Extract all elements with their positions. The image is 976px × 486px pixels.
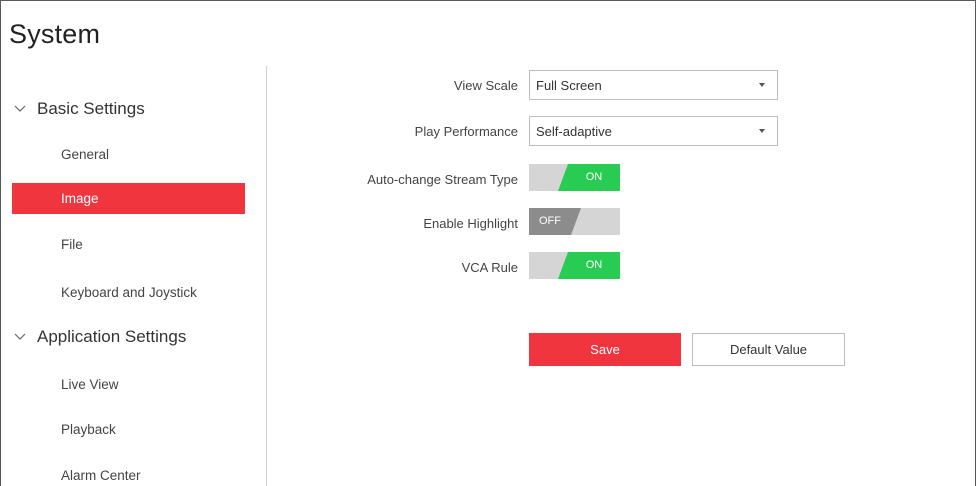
chevron-down-icon: [13, 102, 27, 116]
group-label: Basic Settings: [37, 99, 145, 118]
view-scale-label: View Scale: [453, 78, 518, 93]
group-label: Application Settings: [37, 327, 187, 346]
auto-change-stream-label: Auto-change Stream Type: [367, 172, 518, 187]
view-scale-value: Full Screen: [536, 77, 602, 93]
view-scale-select[interactable]: Full Screen: [529, 70, 778, 100]
group-basic-settings[interactable]: Basic Settings: [13, 95, 145, 123]
sidebar-item-general[interactable]: General: [12, 139, 245, 170]
play-performance-label: Play Performance: [414, 124, 518, 139]
group-application-settings[interactable]: Application Settings: [13, 323, 186, 351]
vca-rule-toggle[interactable]: ON: [529, 252, 620, 279]
toggle-state: ON: [585, 171, 603, 183]
enable-highlight-label: Enable Highlight: [423, 216, 518, 231]
enable-highlight-toggle[interactable]: OFF: [529, 208, 620, 235]
sidebar-item-file[interactable]: File: [12, 229, 245, 260]
chevron-down-icon: [13, 330, 27, 344]
sidebar-item-keyboard-joystick[interactable]: Keyboard and Joystick: [12, 277, 245, 308]
toggle-state: OFF: [539, 215, 561, 227]
toggle-state: ON: [585, 259, 603, 271]
sidebar-divider: [266, 66, 267, 486]
sidebar-item-live-view[interactable]: Live View: [12, 369, 245, 400]
play-performance-value: Self-adaptive: [536, 123, 612, 139]
vca-rule-label: VCA Rule: [461, 260, 518, 275]
dropdown-caret-icon: [759, 83, 765, 87]
play-performance-select[interactable]: Self-adaptive: [529, 116, 778, 146]
page-title: System: [9, 19, 101, 49]
sidebar-item-alarm-center[interactable]: Alarm Center: [12, 460, 245, 486]
auto-change-stream-toggle[interactable]: ON: [529, 164, 620, 191]
sidebar-item-playback[interactable]: Playback: [12, 414, 245, 445]
save-button[interactable]: Save: [529, 333, 681, 366]
default-value-button[interactable]: Default Value: [692, 333, 845, 366]
dropdown-caret-icon: [759, 129, 765, 133]
sidebar-item-image[interactable]: Image: [12, 183, 245, 214]
